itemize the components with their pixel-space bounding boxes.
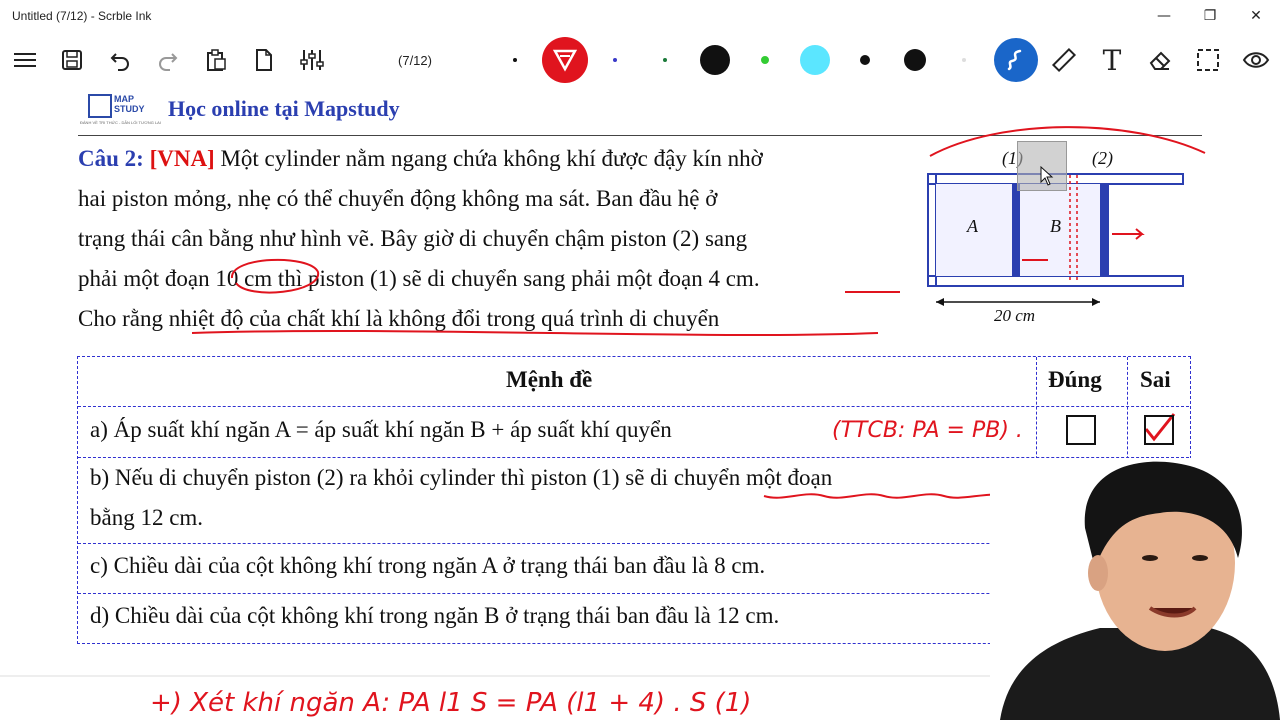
pen-color-light-gray[interactable] bbox=[962, 58, 966, 62]
row-c-text: c) Chiều dài của cột không khí trong ngă… bbox=[90, 553, 766, 578]
close-button[interactable]: ✕ bbox=[1236, 4, 1276, 28]
ruler-icon[interactable] bbox=[1048, 44, 1080, 76]
checkbox-a-false[interactable] bbox=[1144, 415, 1174, 445]
pen-color-black-large[interactable] bbox=[700, 45, 730, 75]
restore-button[interactable]: ❐ bbox=[1190, 4, 1230, 28]
document-canvas[interactable]: MAP STUDY ĐÁNH VỀ TRI THỨC - DẪN LỐI TƯƠ… bbox=[0, 88, 1280, 720]
row-divider-0 bbox=[78, 406, 1189, 407]
redo-icon[interactable] bbox=[152, 44, 184, 76]
note-annotation-a: (TTCB: PA = PB) . bbox=[832, 418, 1023, 443]
bottom-annotation: +) Xét khí ngăn A: PA l1 S = PA (l1 + 4)… bbox=[150, 688, 752, 718]
webcam-overlay bbox=[990, 458, 1280, 720]
toolbar: (7/12) T bbox=[0, 32, 1280, 88]
header-statement: Mệnh đề bbox=[506, 367, 593, 392]
pen-color-cyan[interactable] bbox=[800, 45, 830, 75]
pen-color-lime[interactable] bbox=[761, 56, 769, 64]
minimize-button[interactable]: — bbox=[1144, 4, 1184, 28]
row-b-text: b) Nếu di chuyển piston (2) ra khỏi cyli… bbox=[90, 465, 833, 490]
pen-color-black-tiny[interactable] bbox=[513, 58, 517, 62]
pen-color-green[interactable] bbox=[663, 58, 667, 62]
pen-tool-active[interactable] bbox=[994, 38, 1038, 82]
window-title: Untitled (7/12) - Scrble Ink bbox=[12, 9, 152, 23]
row-b-text-2: bằng 12 cm. bbox=[90, 505, 204, 530]
undo-icon[interactable] bbox=[104, 44, 136, 76]
pen-color-blue[interactable] bbox=[613, 58, 617, 62]
text-icon[interactable]: T bbox=[1096, 44, 1128, 77]
save-icon[interactable] bbox=[56, 44, 88, 76]
settings-sliders-icon[interactable] bbox=[296, 44, 328, 76]
checkbox-a-true[interactable] bbox=[1066, 415, 1096, 445]
header-true: Đúng bbox=[1048, 367, 1102, 392]
pen-color-black-big[interactable] bbox=[904, 49, 926, 71]
select-icon[interactable] bbox=[1192, 44, 1224, 76]
eraser-icon[interactable] bbox=[1144, 44, 1176, 76]
row-a-text: a) Áp suất khí ngăn A = áp suất khí ngăn… bbox=[90, 417, 672, 442]
pen-color-red-selected[interactable] bbox=[542, 37, 588, 83]
presenter-video bbox=[990, 458, 1280, 720]
new-page-icon[interactable] bbox=[248, 44, 280, 76]
title-bar: Untitled (7/12) - Scrble Ink — ❐ ✕ bbox=[0, 0, 1280, 32]
pen-color-black-medium[interactable] bbox=[860, 55, 870, 65]
menu-icon[interactable] bbox=[9, 44, 41, 76]
header-false: Sai bbox=[1140, 367, 1171, 392]
row-d-text: d) Chiều dài của cột không khí trong ngă… bbox=[90, 603, 780, 628]
paste-icon[interactable] bbox=[200, 44, 232, 76]
view-icon[interactable] bbox=[1240, 44, 1272, 76]
page-indicator: (7/12) bbox=[398, 53, 432, 68]
